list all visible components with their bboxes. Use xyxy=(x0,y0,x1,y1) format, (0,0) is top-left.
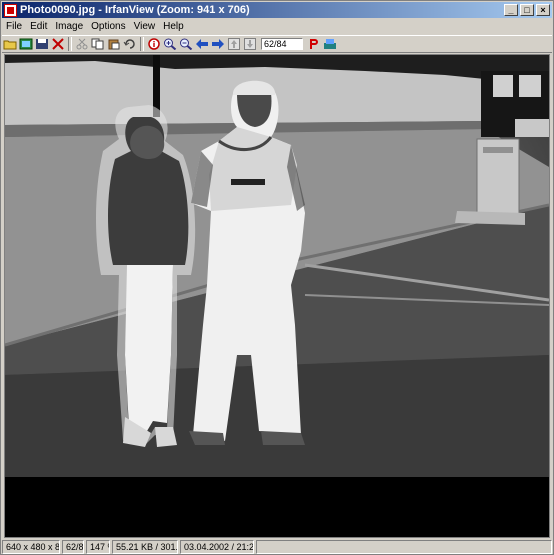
menu-image[interactable]: Image xyxy=(51,21,87,32)
zoom-out-icon[interactable] xyxy=(179,37,193,51)
menu-view[interactable]: View xyxy=(130,21,160,32)
close-button[interactable]: × xyxy=(536,4,550,16)
status-index: 62/84 xyxy=(62,540,84,554)
open-icon[interactable] xyxy=(3,37,17,51)
prev-icon[interactable] xyxy=(195,37,209,51)
last-icon[interactable] xyxy=(243,37,257,51)
cut-icon[interactable] xyxy=(75,37,89,51)
status-zoom: 147 % xyxy=(86,540,110,554)
save-icon[interactable] xyxy=(35,37,49,51)
status-filesize: 55.21 KB / 301.00 KB xyxy=(112,540,178,554)
menu-help[interactable]: Help xyxy=(159,21,188,32)
menu-file[interactable]: File xyxy=(2,21,26,32)
first-icon[interactable] xyxy=(227,37,241,51)
print-icon[interactable] xyxy=(307,37,321,51)
status-resolution: 640 x 480 x 8 BPP xyxy=(2,540,60,554)
toolbar-separator xyxy=(68,37,72,51)
delete-icon[interactable] xyxy=(51,37,65,51)
next-icon[interactable] xyxy=(211,37,225,51)
toolbar-separator xyxy=(140,37,144,51)
info-icon[interactable] xyxy=(147,37,161,51)
status-bar: 640 x 480 x 8 BPP 62/84 147 % 55.21 KB /… xyxy=(2,540,552,554)
window-title: Photo0090.jpg - IrfanView (Zoom: 941 x 7… xyxy=(20,4,250,16)
copy-icon[interactable] xyxy=(91,37,105,51)
zoom-in-icon[interactable] xyxy=(163,37,177,51)
app-window: Photo0090.jpg - IrfanView (Zoom: 941 x 7… xyxy=(0,0,554,555)
status-empty xyxy=(256,540,552,554)
menu-bar: File Edit Image Options View Help xyxy=(2,19,552,34)
status-datetime: 03.04.2002 / 21:26:52 xyxy=(180,540,254,554)
photo-negative-image xyxy=(5,55,549,537)
paste-icon[interactable] xyxy=(107,37,121,51)
undo-icon[interactable] xyxy=(123,37,137,51)
image-canvas[interactable] xyxy=(4,54,550,538)
slideshow-icon[interactable] xyxy=(19,37,33,51)
title-bar[interactable]: Photo0090.jpg - IrfanView (Zoom: 941 x 7… xyxy=(2,2,552,18)
menu-options[interactable]: Options xyxy=(87,21,129,32)
settings-icon[interactable] xyxy=(323,37,337,51)
toolbar: 62/84 xyxy=(2,35,552,53)
minimize-button[interactable]: _ xyxy=(504,4,518,16)
page-field[interactable]: 62/84 xyxy=(261,38,303,50)
menu-edit[interactable]: Edit xyxy=(26,21,51,32)
maximize-button[interactable]: □ xyxy=(520,4,534,16)
irfanview-app-icon[interactable] xyxy=(4,3,17,17)
